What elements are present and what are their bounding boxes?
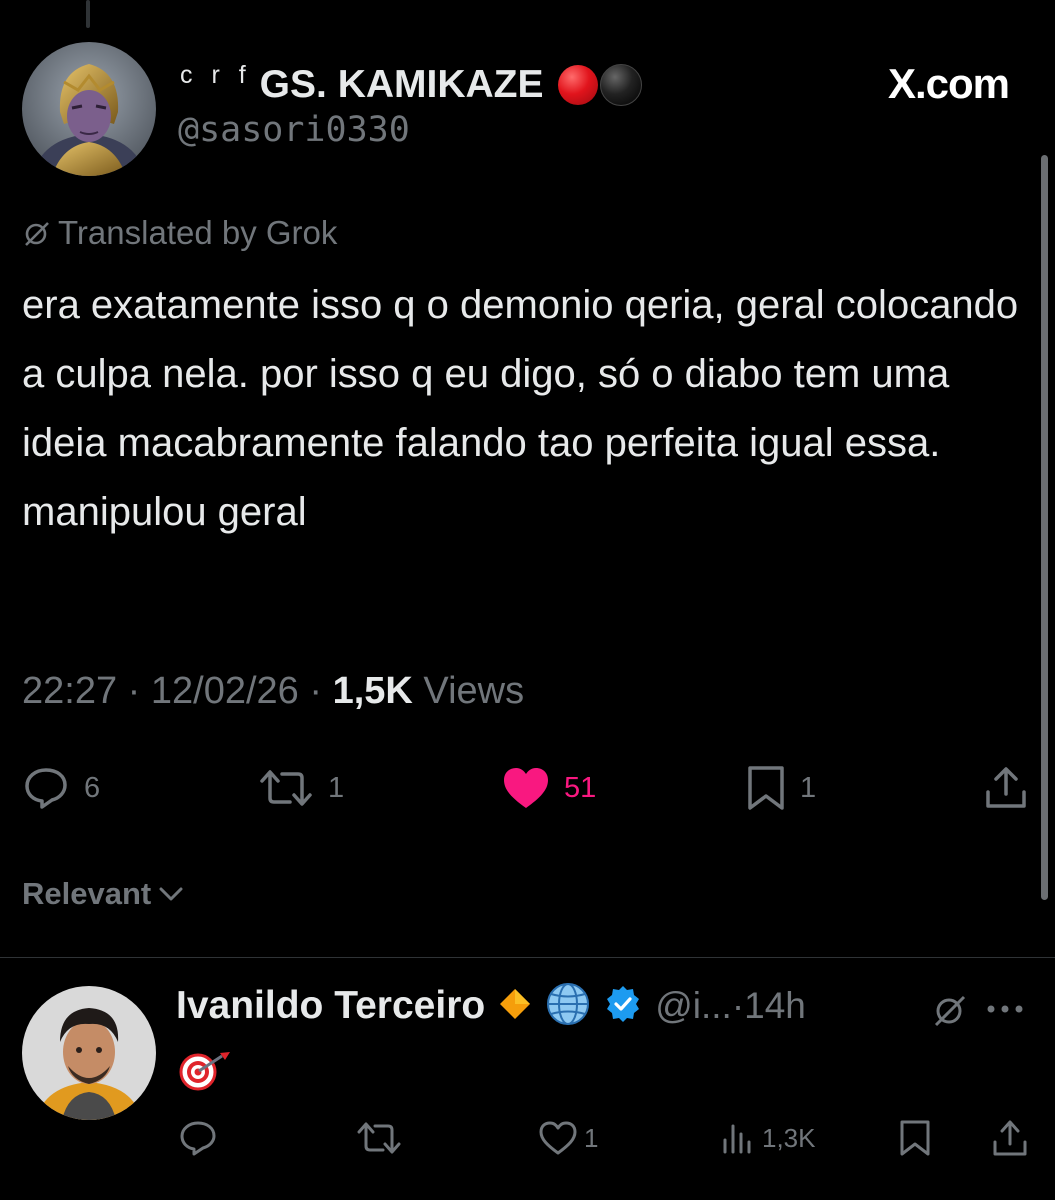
bookmark-icon [900,1120,930,1156]
globe-icon [545,981,591,1032]
ivanildo-avatar-image [22,986,156,1120]
tweet-timestamp[interactable]: 22:27 · 12/02/26 · [22,670,333,712]
red-circle-emoji-icon [557,65,598,105]
more-dots-icon [987,1005,1023,1013]
sort-label: Relevant [22,876,152,911]
more-options-button[interactable] [985,1002,1025,1020]
share-icon [993,1120,1027,1156]
chevron-down-icon [159,887,183,901]
reply-author-handle[interactable]: @i... [655,985,732,1027]
tweet-text: era exatamente isso q o demonio qeria, g… [22,283,1019,534]
scrollbar[interactable] [1041,155,1048,900]
tweet-meta: 22:27 · 12/02/26 · 1,5K Views [22,670,524,713]
retweet-icon [260,770,312,806]
divider [0,957,1055,958]
share-icon [986,767,1026,808]
retweet-count: 1 [328,771,345,804]
heart-outline-icon [539,1121,577,1155]
reply-header: Ivanildo Terceiro @i... ·14h [176,980,806,1032]
brand-label: X.com [887,60,1010,107]
name-prefix: c r f [180,60,252,89]
bookmark-icon [748,766,784,810]
heart-filled-icon [504,768,548,808]
verified-badge-icon[interactable] [603,984,643,1029]
orange-diamond-icon [497,986,533,1027]
author-name-row[interactable]: c r f GS. KAMIKAZE [180,60,642,110]
reply-like-button[interactable]: 1 [538,1116,598,1160]
thanos-avatar-image [22,42,156,176]
retweet-button[interactable]: 1 [258,762,344,814]
black-circle-emoji-icon [599,64,642,106]
thread-connector-line [86,0,90,28]
reply-timestamp[interactable]: ·14h [732,985,806,1027]
grok-icon [25,222,49,246]
sort-replies-dropdown[interactable]: Relevant [22,876,185,912]
tweet-page: c r f GS. KAMIKAZE @sasori0330 X.com Tra… [0,0,1055,1200]
author-avatar[interactable] [22,42,156,176]
reply-grok-button[interactable] [930,990,970,1035]
reply-bubble-icon [25,768,67,809]
author-handle[interactable]: @sasori0330 [178,110,410,150]
reply-text [178,1050,232,1097]
translated-by-grok[interactable]: Translated by Grok [22,214,337,252]
reply-bookmark-button[interactable] [898,1116,932,1160]
reply-share-button[interactable] [992,1116,1028,1160]
reply-retweet-button[interactable] [356,1116,402,1160]
views-count: 1,5K [332,670,413,712]
bookmark-button[interactable]: 1 [746,762,816,814]
reply-bubble-icon [180,1121,216,1156]
translated-label: Translated by Grok [58,214,338,251]
reply-count: 6 [84,771,101,804]
like-button[interactable]: 51 [502,762,596,814]
reply-views-count: 1,3K [762,1122,816,1153]
reply-like-count: 1 [584,1122,599,1153]
views-label: Views [423,670,525,712]
direct-hit-emoji-icon [179,1052,230,1091]
author-name[interactable]: GS. KAMIKAZE [260,63,544,107]
share-button[interactable] [984,762,1028,814]
reply-author-avatar[interactable] [22,986,156,1120]
like-count: 51 [564,771,597,804]
analytics-bars-icon [723,1124,751,1154]
reply-author-name[interactable]: Ivanildo Terceiro [176,984,485,1028]
reply-views-button[interactable]: 1,3K [720,1116,816,1160]
reply-reply-button[interactable] [178,1116,218,1160]
x-brand-logo: X.com [887,60,1010,108]
reply-button[interactable]: 6 [22,762,100,814]
bookmark-count: 1 [800,771,817,804]
retweet-icon [357,1122,401,1154]
grok-icon [934,995,966,1027]
